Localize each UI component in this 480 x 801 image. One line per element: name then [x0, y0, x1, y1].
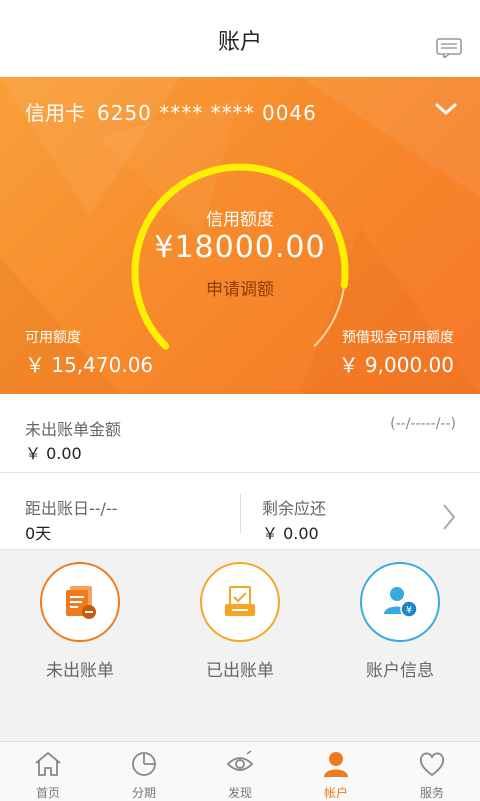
days-to-bill-label: 距出账日--/--: [25, 499, 118, 518]
available-credit-value: ￥ 15,470.06: [25, 353, 154, 377]
tab-label: 发现: [227, 786, 252, 800]
unbilled-statement-circle: [40, 562, 120, 642]
tab-label: 服务: [419, 786, 444, 800]
billed-statement-circle: [200, 562, 280, 642]
account-icon: [324, 752, 348, 777]
available-credit-label: 可用额度: [25, 330, 81, 346]
unbilled-statement-label: 未出账单: [46, 661, 114, 681]
account-info-icon: ¥: [384, 587, 418, 618]
days-to-bill-value: 0天: [25, 524, 52, 543]
account-info-circle: ¥: [360, 562, 440, 642]
installment-icon: [132, 752, 156, 776]
cash-advance-value: ￥ 9,000.00: [338, 353, 454, 377]
billed-statement-button[interactable]: 已出账单: [160, 562, 320, 681]
unbilled-amount-label: 未出账单金额: [25, 420, 122, 439]
unbilled-statement-button[interactable]: 未出账单: [0, 562, 160, 681]
cash-advance-label: 预借现金可用额度: [342, 330, 454, 346]
top-bar: 账户: [0, 0, 480, 77]
unbilled-date: (--/-----/--): [390, 416, 456, 432]
account-info-button[interactable]: ¥ 账户信息: [320, 562, 480, 681]
tab-service[interactable]: 服务: [384, 742, 480, 801]
billing-info-section[interactable]: 距出账日--/-- 0天 剩余应还 ￥ 0.00: [0, 473, 480, 550]
tab-label: 帐户: [323, 786, 348, 800]
service-icon: [419, 752, 445, 777]
remaining-due-value: ￥ 0.00: [262, 524, 319, 543]
tab-home[interactable]: 首页: [0, 742, 96, 801]
bottom-tab-bar: 首页 分期 发现 帐户 服务: [0, 741, 480, 801]
card-type-label: 信用卡: [25, 101, 85, 125]
page-title: 账户: [217, 30, 262, 55]
unbilled-amount-section: 未出账单金额 ￥ 0.00 (--/-----/--): [0, 394, 480, 473]
divider: [240, 493, 241, 533]
tab-label: 首页: [35, 786, 60, 800]
billed-statement-label: 已出账单: [206, 661, 274, 681]
tab-account[interactable]: 帐户: [288, 742, 384, 801]
quick-actions: 未出账单 已出账单 ¥ 账户信息: [0, 550, 480, 740]
apply-increase-link[interactable]: 申请调额: [0, 275, 480, 300]
unbilled-statement-icon: [66, 586, 96, 619]
unbilled-amount-value: ￥ 0.00: [25, 444, 82, 463]
credit-limit-label: 信用额度: [206, 210, 274, 230]
credit-card-panel: 信用卡 6250 **** **** 0046 信用额度 ¥18000.00 申请…: [0, 77, 480, 394]
credit-limit-amount: ¥18000.00: [154, 230, 326, 265]
card-header[interactable]: 信用卡 6250 **** **** 0046: [25, 97, 317, 126]
card-number: 6250 **** **** 0046: [97, 101, 317, 125]
chevron-down-icon[interactable]: [434, 101, 458, 117]
tab-label: 分期: [131, 786, 156, 800]
svg-text:¥: ¥: [406, 605, 412, 616]
message-icon[interactable]: [436, 38, 462, 58]
discover-icon: [226, 750, 254, 771]
chevron-right-icon[interactable]: [442, 503, 456, 531]
tab-installment[interactable]: 分期: [96, 742, 192, 801]
tab-discover[interactable]: 发现: [192, 742, 288, 801]
billed-statement-icon: [225, 586, 255, 616]
account-info-label: 账户信息: [366, 661, 434, 681]
remaining-due-label: 剩余应还: [262, 499, 327, 518]
home-icon: [35, 751, 61, 776]
